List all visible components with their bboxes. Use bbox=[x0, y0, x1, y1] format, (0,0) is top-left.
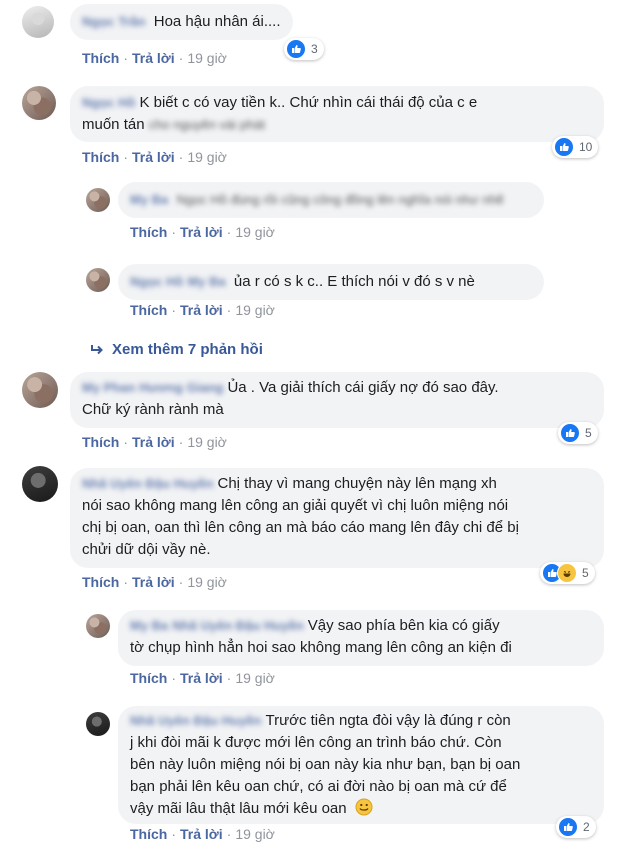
reply-link[interactable]: Trả lời bbox=[132, 434, 175, 450]
avatar[interactable] bbox=[86, 712, 110, 736]
comment-text: Vậy sao phía bên kia có giấy bbox=[307, 617, 500, 634]
comment-actions: Thích · Trả lời · 19 giờ bbox=[130, 302, 275, 318]
haha-icon bbox=[557, 563, 577, 583]
avatar[interactable] bbox=[22, 466, 58, 502]
comment-text: chửi dữ dội vầy nè. bbox=[82, 541, 211, 558]
comment-text: Trước tiên ngta đòi vậy là đúng r còn bbox=[265, 712, 511, 729]
like-link[interactable]: Thích bbox=[130, 670, 167, 686]
comment-text: bạn phải lên kêu oan chứ, có ai đời nào … bbox=[130, 778, 507, 795]
like-link[interactable]: Thích bbox=[82, 50, 119, 66]
comment-text: chị bị oan, oan thì lên công an mà báo c… bbox=[82, 519, 519, 536]
timestamp[interactable]: 19 giờ bbox=[187, 574, 227, 590]
comment-actions: Thích · Trả lời · 19 giờ bbox=[82, 574, 227, 590]
mention-name[interactable]: Nhã Uyên Đậu Huyền bbox=[172, 615, 303, 637]
comment-actions: Thích · Trả lời · 19 giờ bbox=[82, 434, 227, 450]
timestamp[interactable]: 19 giờ bbox=[187, 50, 227, 66]
view-more-replies-link[interactable]: Xem thêm 7 phản hồi bbox=[90, 341, 263, 358]
comment-bubble: My Ba Nhã Uyên Đậu Huyền Vậy sao phía bên … bbox=[118, 610, 604, 666]
reaction-count[interactable]: 5 bbox=[540, 562, 595, 584]
avatar[interactable] bbox=[22, 372, 58, 408]
blurred-text: Ngọc Hồ đúng rồi cũng công đồng lên nghĩ… bbox=[176, 192, 504, 207]
comment-bubble: Ngọc Trần Hoa hậu nhân ái.... bbox=[70, 4, 293, 40]
reaction-count[interactable]: 5 bbox=[558, 422, 598, 444]
comment-actions: Thích · Trả lời · 19 giờ bbox=[82, 149, 227, 165]
commenter-name[interactable]: My Phan Hương Giang bbox=[82, 377, 223, 399]
like-link[interactable]: Thích bbox=[82, 574, 119, 590]
comment-text: tờ chụp hình hẳn hoi sao không mang lên … bbox=[130, 639, 512, 656]
reply-link[interactable]: Trả lời bbox=[132, 50, 175, 66]
commenter-name[interactable]: Ngọc Trần bbox=[82, 11, 146, 33]
timestamp[interactable]: 19 giờ bbox=[235, 224, 275, 240]
comment-text: ủa r có s k c.. E thích nói v đó s v nè bbox=[233, 273, 475, 290]
avatar[interactable] bbox=[86, 188, 110, 212]
commenter-name[interactable]: Ngọc Hồ bbox=[130, 271, 183, 293]
like-link[interactable]: Thích bbox=[82, 434, 119, 450]
comment-text: Ủa . Va giải thích cái giấy nợ đó sao đâ… bbox=[227, 379, 499, 396]
reply-link[interactable]: Trả lời bbox=[180, 224, 223, 240]
comment-bubble: My Phan Hương Giang Ủa . Va giải thích cá… bbox=[70, 372, 604, 428]
comment-text: bên này luôn miệng nói bị oan này kia nh… bbox=[130, 756, 521, 773]
avatar[interactable] bbox=[86, 614, 110, 638]
like-icon bbox=[554, 137, 574, 157]
reply-link[interactable]: Trả lời bbox=[132, 149, 175, 165]
like-link[interactable]: Thích bbox=[130, 224, 167, 240]
comment-text: K biết c có vay tiền k.. Chứ nhìn cái th… bbox=[139, 94, 478, 111]
comment-bubble: Ngọc Hồ K biết c có vay tiền k.. Chứ nhìn… bbox=[70, 86, 604, 142]
like-icon bbox=[286, 39, 306, 59]
avatar[interactable] bbox=[22, 86, 56, 120]
like-link[interactable]: Thích bbox=[130, 826, 167, 842]
comment-text: nói sao không mang lên công an giải quyế… bbox=[82, 497, 509, 514]
comment-bubble: Nhã Uyên Đậu Huyền Chị thay vì mang chuyệ… bbox=[70, 468, 604, 568]
mention-name[interactable]: My Ba bbox=[187, 271, 225, 293]
avatar[interactable] bbox=[22, 6, 54, 38]
commenter-name[interactable]: My Ba bbox=[130, 189, 168, 211]
comment-bubble: Nhã Uyên Đậu Huyền Trước tiên ngta đòi vậ… bbox=[118, 706, 604, 824]
comment-actions: Thích · Trả lời · 19 giờ bbox=[130, 224, 275, 240]
blurred-text: cho nguyên vài phát bbox=[148, 117, 266, 132]
commenter-name[interactable]: Ngọc Hồ bbox=[82, 92, 135, 114]
timestamp[interactable]: 19 giờ bbox=[187, 149, 227, 165]
reaction-count[interactable]: 3 bbox=[284, 38, 324, 60]
comment-text: vậy mãi lâu thật lâu mới kêu oan bbox=[130, 800, 347, 817]
comment-text: Chữ ký rành rành mà bbox=[82, 401, 224, 418]
comment-actions: Thích · Trả lời · 19 giờ bbox=[130, 826, 275, 842]
reply-link[interactable]: Trả lời bbox=[180, 302, 223, 318]
comment-actions: Thích · Trả lời · 19 giờ bbox=[82, 50, 227, 66]
avatar[interactable] bbox=[86, 268, 110, 292]
comment-text: j khi đòi mãi k được mới lên công an trì… bbox=[130, 734, 502, 751]
comment-actions: Thích · Trả lời · 19 giờ bbox=[130, 670, 275, 686]
commenter-name[interactable]: Nhã Uyên Đậu Huyền bbox=[130, 710, 261, 732]
reply-link[interactable]: Trả lời bbox=[132, 574, 175, 590]
timestamp[interactable]: 19 giờ bbox=[187, 434, 227, 450]
smile-emoji-icon bbox=[355, 798, 373, 816]
timestamp[interactable]: 19 giờ bbox=[235, 826, 275, 842]
comment-text: Chị thay vì mang chuyện này lên mạng xh bbox=[217, 475, 497, 492]
comment-bubble: Ngọc Hồ My Ba ủa r có s k c.. E thích nói… bbox=[118, 264, 544, 300]
commenter-name[interactable]: My Ba bbox=[130, 615, 168, 637]
reply-link[interactable]: Trả lời bbox=[180, 670, 223, 686]
timestamp[interactable]: 19 giờ bbox=[235, 302, 275, 318]
reply-arrow-icon bbox=[91, 345, 103, 355]
reply-link[interactable]: Trả lời bbox=[180, 826, 223, 842]
comment-bubble: My Ba Ngọc Hồ đúng rồi cũng công đồng lê… bbox=[118, 182, 544, 218]
like-icon bbox=[558, 817, 578, 837]
commenter-name[interactable]: Nhã Uyên Đậu Huyền bbox=[82, 473, 213, 495]
like-link[interactable]: Thích bbox=[82, 149, 119, 165]
comment-text: Hoa hậu nhân ái.... bbox=[153, 13, 281, 30]
like-icon bbox=[560, 423, 580, 443]
reaction-count[interactable]: 10 bbox=[552, 136, 599, 158]
like-link[interactable]: Thích bbox=[130, 302, 167, 318]
timestamp[interactable]: 19 giờ bbox=[235, 670, 275, 686]
